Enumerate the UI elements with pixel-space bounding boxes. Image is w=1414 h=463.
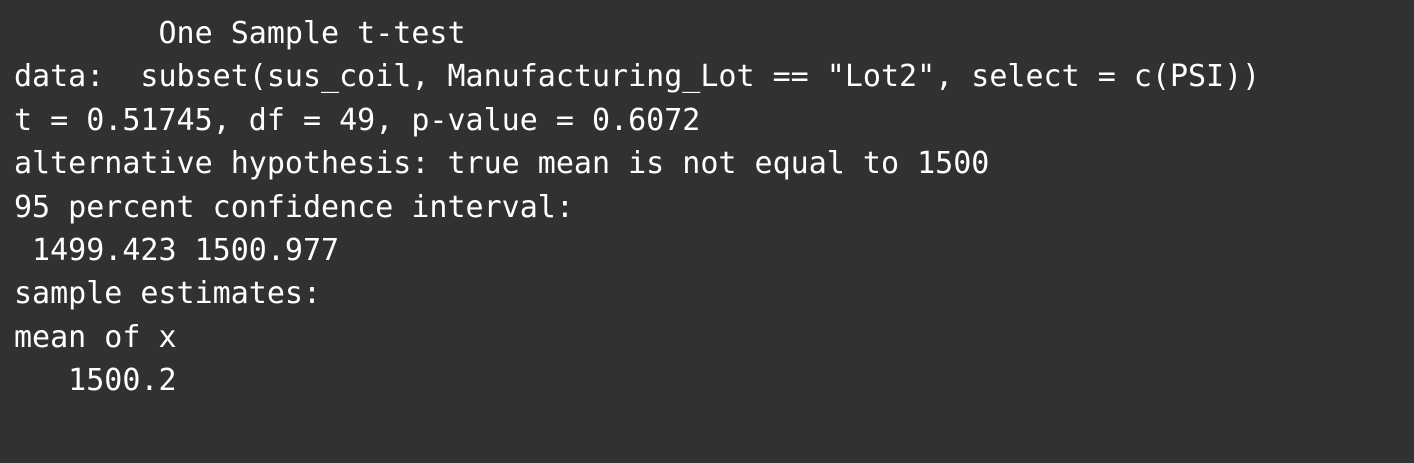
alternative-hypothesis-line: alternative hypothesis: true mean is not… (14, 146, 990, 182)
test-title: One Sample t-test (14, 16, 466, 51)
data-line: data: subset(sus_coil, Manufacturing_Lot… (14, 59, 1261, 95)
sample-estimates-header: sample estimates: (14, 276, 322, 312)
confidence-interval-header: 95 percent confidence interval: (14, 189, 574, 225)
estimate-label: mean of x (14, 319, 177, 355)
estimate-value: 1500.2 (14, 363, 177, 399)
test-statistics-line: t = 0.51745, df = 49, p-value = 0.6072 (14, 102, 701, 138)
confidence-interval-values: 1499.423 1500.977 (14, 233, 340, 269)
r-console-output: One Sample t-test data: subset(sus_coil,… (0, 0, 1414, 463)
